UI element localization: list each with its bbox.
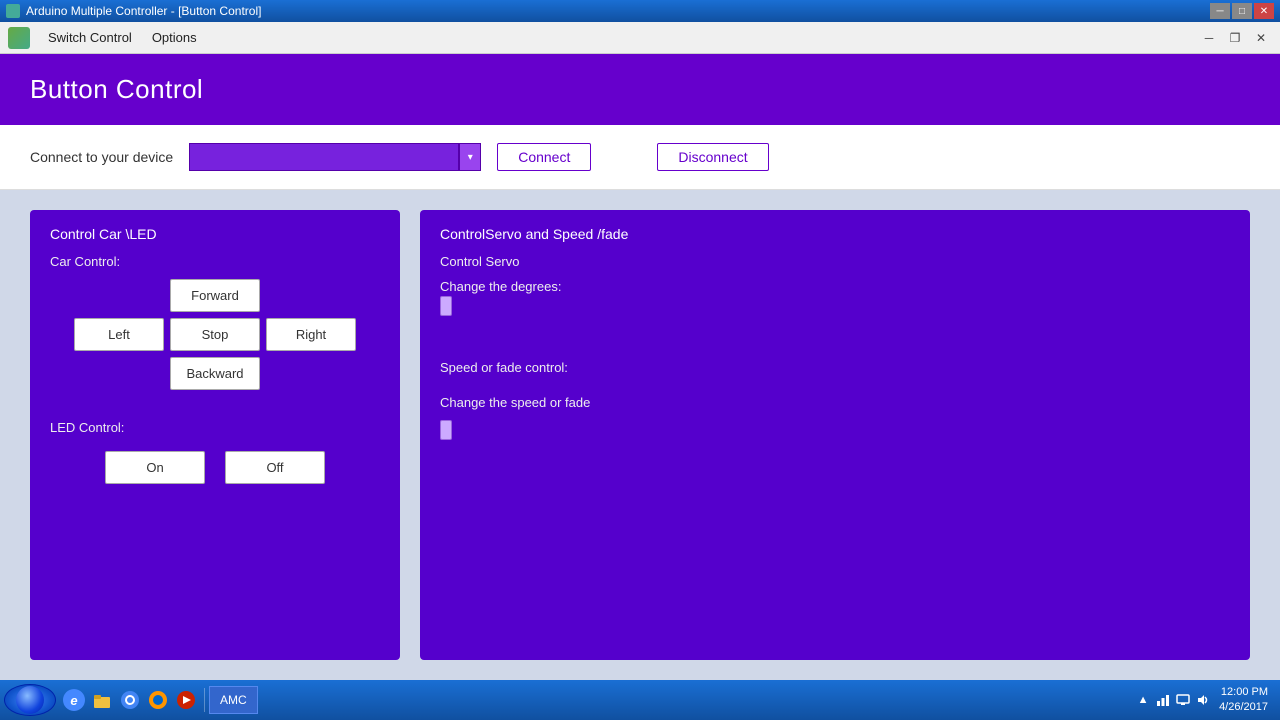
- taskbar-ie-icon[interactable]: e: [63, 689, 85, 711]
- title-bar-controls: ─ □ ✕: [1210, 3, 1274, 19]
- car-control-section: Car Control: Forward Left Stop Right Bac…: [50, 254, 380, 390]
- taskbar-firefox-icon[interactable]: [147, 689, 169, 711]
- backward-row: Backward: [50, 357, 380, 390]
- title-minimize-button[interactable]: ─: [1210, 3, 1230, 19]
- dropdown-arrow-icon[interactable]: ▾: [459, 143, 481, 171]
- degrees-label: Change the degrees:: [440, 279, 1230, 294]
- device-dropdown-container: ▾: [189, 143, 481, 171]
- connect-button[interactable]: Connect: [497, 143, 591, 171]
- system-tray: ▲ 12:00 PM 4/26/2017: [1127, 685, 1276, 716]
- device-select[interactable]: [189, 143, 459, 171]
- forward-button[interactable]: Forward: [170, 279, 260, 312]
- disconnect-button[interactable]: Disconnect: [657, 143, 768, 171]
- degrees-slider[interactable]: [440, 300, 1230, 320]
- tray-network-icon[interactable]: [1155, 692, 1171, 708]
- panel-car-led: Control Car \LED Car Control: Forward Le…: [30, 210, 400, 660]
- speed-fade-label: Speed or fade control:: [440, 360, 1230, 375]
- speed-fade-slider-label: Change the speed or fade: [440, 395, 1230, 410]
- panel-servo-speed: ControlServo and Speed /fade Control Ser…: [420, 210, 1250, 660]
- system-clock: 12:00 PM 4/26/2017: [1215, 685, 1268, 716]
- tray-display-icon[interactable]: [1175, 692, 1191, 708]
- led-control-label: LED Control:: [50, 420, 380, 435]
- right-button[interactable]: Right: [266, 318, 356, 351]
- window-close-button[interactable]: ✕: [1250, 29, 1272, 47]
- app-header: Button Control: [0, 54, 1280, 125]
- taskbar-media-icon[interactable]: [175, 689, 197, 711]
- title-bar-app-icon: [6, 4, 20, 18]
- connection-bar: Connect to your device ▾ Connect Disconn…: [0, 125, 1280, 190]
- middle-row: Left Stop Right: [50, 318, 380, 351]
- car-control-label: Car Control:: [50, 254, 380, 269]
- tray-volume-icon[interactable]: [1195, 692, 1211, 708]
- servo-section: Control Servo Change the degrees:: [440, 254, 1230, 340]
- app-icon: [8, 27, 30, 49]
- start-button[interactable]: [4, 684, 56, 716]
- tray-arrow-icon[interactable]: ▲: [1135, 692, 1151, 708]
- menu-bar: Switch Control Options ─ ❐ ✕: [0, 22, 1280, 54]
- left-button[interactable]: Left: [74, 318, 164, 351]
- speed-section: Speed or fade control: Change the speed …: [440, 360, 1230, 449]
- taskbar-separator: [204, 688, 205, 712]
- clock-time: 12:00 PM: [1219, 685, 1268, 700]
- taskbar-folder-icon[interactable]: [91, 689, 113, 711]
- title-bar: Arduino Multiple Controller - [Button Co…: [0, 0, 1280, 22]
- start-orb: [16, 686, 44, 714]
- window-minimize-button[interactable]: ─: [1198, 29, 1220, 47]
- page-title: Button Control: [30, 74, 1250, 105]
- menu-item-switch-control[interactable]: Switch Control: [40, 26, 140, 49]
- backward-button[interactable]: Backward: [170, 357, 260, 390]
- title-bar-left: Arduino Multiple Controller - [Button Co…: [6, 4, 261, 18]
- led-control-section: LED Control: On Off: [50, 420, 380, 484]
- title-maximize-button[interactable]: □: [1232, 3, 1252, 19]
- led-off-button[interactable]: Off: [225, 451, 325, 484]
- stop-button[interactable]: Stop: [170, 318, 260, 351]
- menu-item-options[interactable]: Options: [144, 26, 205, 49]
- window-restore-button[interactable]: ❐: [1224, 29, 1246, 47]
- title-bar-text: Arduino Multiple Controller - [Button Co…: [26, 4, 261, 18]
- forward-row: Forward: [50, 279, 380, 312]
- panel-left-title: Control Car \LED: [50, 226, 380, 242]
- title-close-button[interactable]: ✕: [1254, 3, 1274, 19]
- taskbar: e AMC ▲: [0, 680, 1280, 720]
- taskbar-chrome-icon[interactable]: [119, 689, 141, 711]
- clock-date: 4/26/2017: [1219, 700, 1268, 715]
- led-buttons: On Off: [50, 451, 380, 484]
- panel-right-title: ControlServo and Speed /fade: [440, 226, 1230, 242]
- speed-slider[interactable]: [440, 424, 1230, 444]
- connection-label: Connect to your device: [30, 149, 173, 165]
- servo-label: Control Servo: [440, 254, 1230, 269]
- main-content: Control Car \LED Car Control: Forward Le…: [0, 190, 1280, 680]
- led-on-button[interactable]: On: [105, 451, 205, 484]
- amc-taskbar-button[interactable]: AMC: [209, 686, 258, 714]
- menu-bar-controls: ─ ❐ ✕: [1198, 29, 1272, 47]
